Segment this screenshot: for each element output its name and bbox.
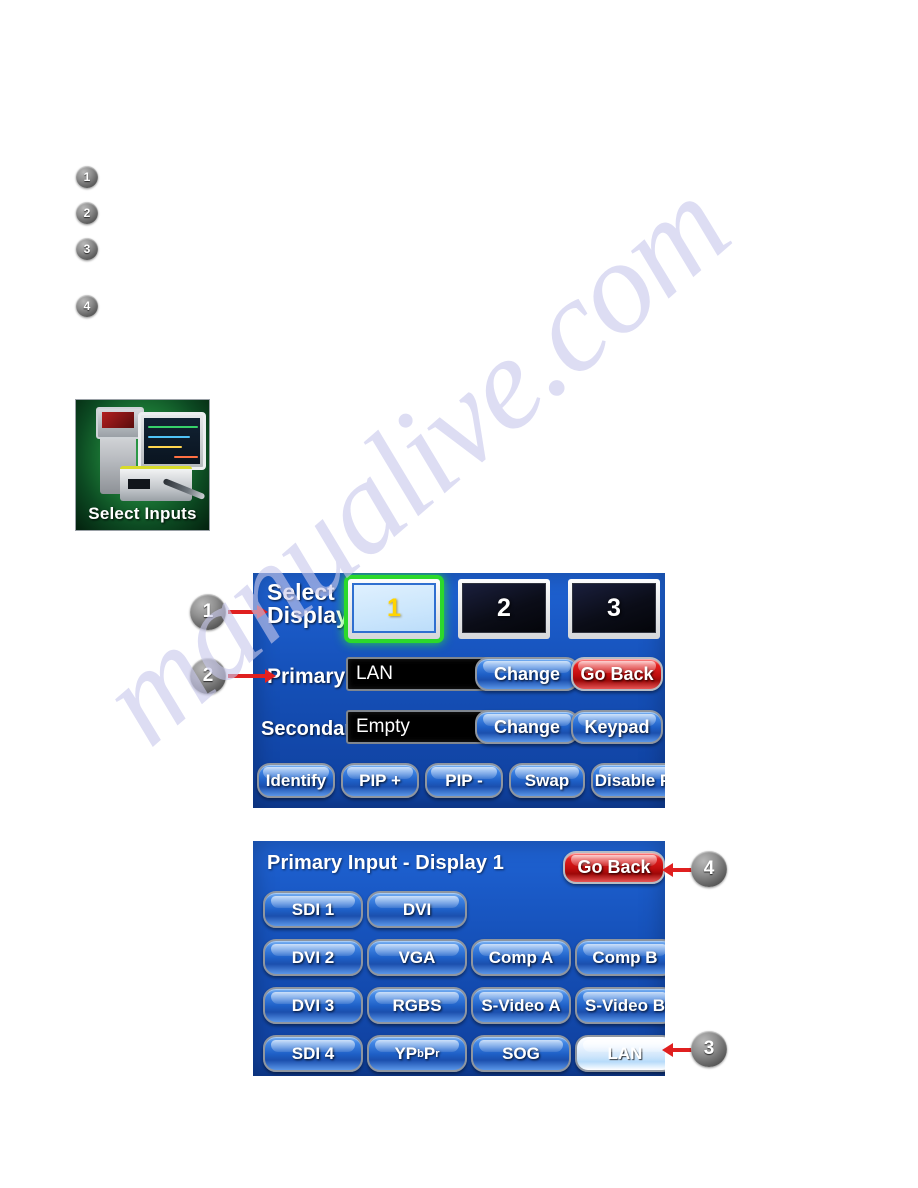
identify-button[interactable]: Identify [257,763,335,798]
input-button-lan[interactable]: LAN [575,1035,665,1072]
go-back-button-select-display[interactable]: Go Back [571,657,663,691]
input-button-sdi-1[interactable]: SDI 1 [263,891,363,928]
display-tile-1[interactable]: 1 [348,579,440,639]
change-secondary-button[interactable]: Change [475,710,579,744]
patient-monitor-icon [138,412,206,470]
select-display-label: Select Display [267,579,349,629]
primary-input-panel: Primary Input - Display 1 Go Back SDI 1 … [253,841,665,1076]
margin-marker-2: 2 [76,202,98,224]
select-inputs-label: Select Inputs [88,504,197,523]
go-back-button-primary-input[interactable]: Go Back [563,851,665,884]
select-inputs-thumbnail[interactable]: Select Inputs [75,399,210,531]
disable-pip-button[interactable]: Disable PIP [591,763,665,798]
callout-badge-4: 4 [691,851,727,887]
primary-label: Primary [267,665,346,688]
callout-badge-3: 3 [691,1031,727,1067]
input-button-dvi-2[interactable]: DVI 2 [263,939,363,976]
ypbpr-sub-b: b [417,1047,424,1060]
input-button-dvi[interactable]: DVI [367,891,467,928]
pip-minus-button[interactable]: PIP - [425,763,503,798]
input-button-s-video-b[interactable]: S-Video B [575,987,665,1024]
callout-arrow-1 [228,605,268,619]
ypbpr-main-1: YP [394,1043,418,1063]
margin-marker-1: 1 [76,166,98,188]
display-tile-2[interactable]: 2 [458,579,550,639]
select-display-label-line2: Display [267,602,349,629]
margin-marker-4: 4 [76,295,98,317]
input-button-comp-b[interactable]: Comp B [575,939,665,976]
input-button-vga[interactable]: VGA [367,939,467,976]
input-button-dvi-3[interactable]: DVI 3 [263,987,363,1024]
callout-arrow-2 [228,669,276,683]
select-display-label-line1: Select [267,579,335,605]
input-button-comp-a[interactable]: Comp A [471,939,571,976]
display-tile-3[interactable]: 3 [568,579,660,639]
input-button-sdi-4[interactable]: SDI 4 [263,1035,363,1072]
input-button-ypbpr[interactable]: YP b Pr [367,1035,467,1072]
swap-button[interactable]: Swap [509,763,585,798]
callout-badge-2: 2 [190,658,226,694]
callout-badge-1: 1 [190,594,226,630]
primary-input-title: Primary Input - Display 1 [267,852,505,874]
ypbpr-sub-r: r [435,1047,440,1060]
input-button-sog[interactable]: SOG [471,1035,571,1072]
display-tile-2-label: 2 [462,583,546,633]
pip-plus-button[interactable]: PIP + [341,763,419,798]
display-tile-3-label: 3 [572,583,656,633]
input-button-s-video-a[interactable]: S-Video A [471,987,571,1024]
select-display-panel: Select Display 1 2 3 Primary LAN Change … [253,573,665,808]
margin-marker-3: 3 [76,238,98,260]
display-tile-1-label: 1 [352,583,436,633]
ypbpr-main-2: P [423,1043,436,1063]
input-button-rgbs[interactable]: RGBS [367,987,467,1024]
change-primary-button[interactable]: Change [475,657,579,691]
keypad-button[interactable]: Keypad [571,710,663,744]
camera-control-unit-icon [120,466,192,501]
